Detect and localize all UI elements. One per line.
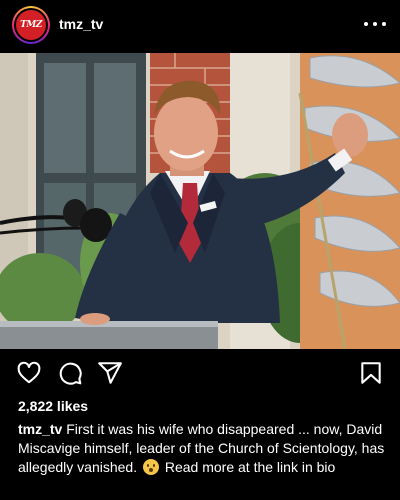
photo-image xyxy=(0,53,400,349)
post-photo[interactable] xyxy=(0,53,400,349)
avatar[interactable]: TMZ xyxy=(16,10,46,40)
caption-username[interactable]: tmz_tv xyxy=(18,421,62,437)
like-count[interactable]: 2,822 likes xyxy=(18,398,88,414)
bookmark-icon[interactable] xyxy=(358,360,384,386)
more-options-icon[interactable] xyxy=(364,14,386,34)
avatar-story-ring[interactable]: TMZ xyxy=(12,6,50,44)
hushed-face-emoji xyxy=(142,459,159,475)
post-actions xyxy=(0,356,400,390)
post-caption: tmz_tv First it was his wife who disappe… xyxy=(18,420,388,477)
heart-icon[interactable] xyxy=(16,360,42,386)
caption-text-end: Read more at the link in bio xyxy=(160,459,336,475)
post-header: TMZ tmz_tv xyxy=(0,0,400,50)
comment-icon[interactable] xyxy=(57,360,83,386)
share-icon[interactable] xyxy=(97,360,123,386)
post-username[interactable]: tmz_tv xyxy=(59,16,103,32)
